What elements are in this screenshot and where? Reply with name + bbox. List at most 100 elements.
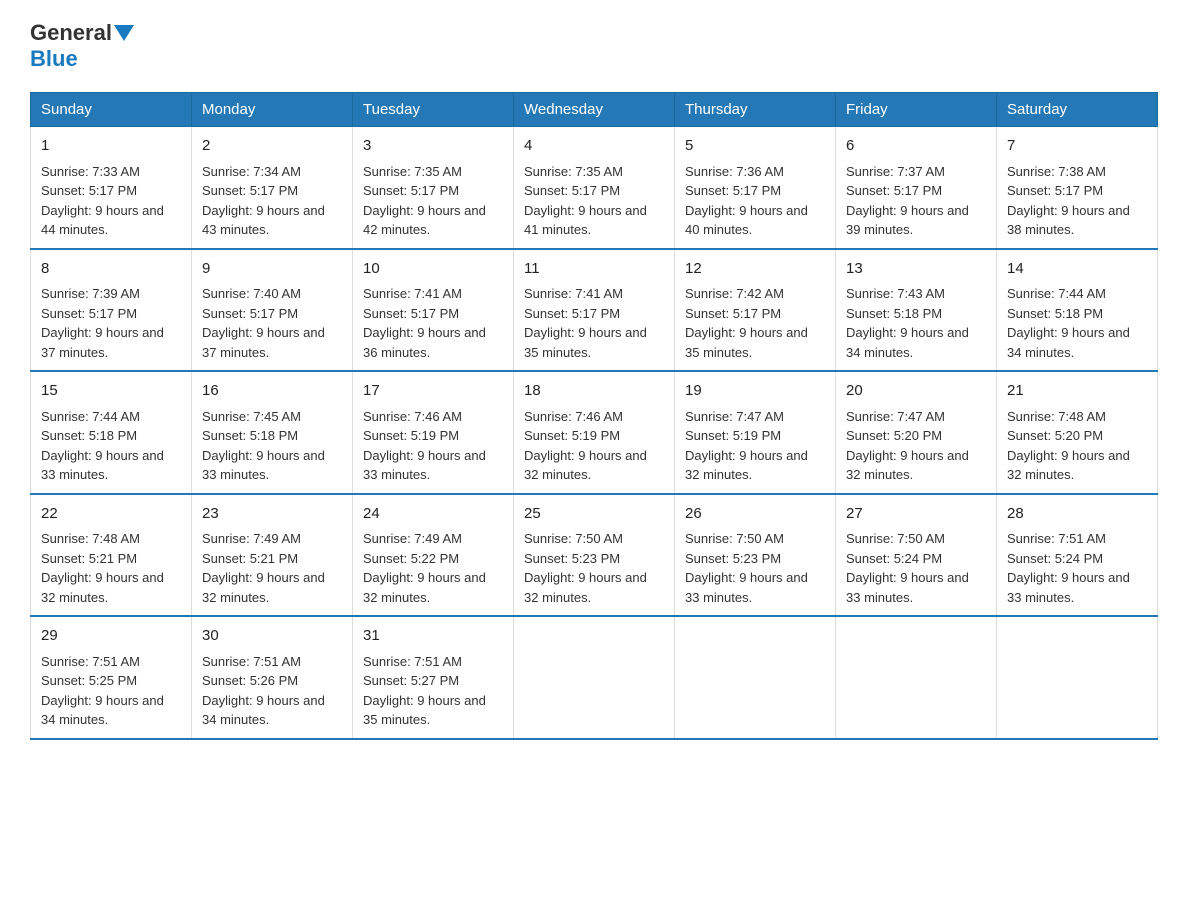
calendar-day-cell: 18 Sunrise: 7:46 AMSunset: 5:19 PMDaylig… [514,371,675,494]
day-number: 1 [41,135,181,158]
day-info: Sunrise: 7:35 AMSunset: 5:17 PMDaylight:… [524,164,647,238]
day-info: Sunrise: 7:47 AMSunset: 5:20 PMDaylight:… [846,409,969,483]
calendar-day-cell: 13 Sunrise: 7:43 AMSunset: 5:18 PMDaylig… [836,249,997,372]
day-info: Sunrise: 7:36 AMSunset: 5:17 PMDaylight:… [685,164,808,238]
day-info: Sunrise: 7:43 AMSunset: 5:18 PMDaylight:… [846,286,969,360]
day-info: Sunrise: 7:41 AMSunset: 5:17 PMDaylight:… [363,286,486,360]
day-info: Sunrise: 7:51 AMSunset: 5:24 PMDaylight:… [1007,531,1130,605]
calendar-day-cell: 20 Sunrise: 7:47 AMSunset: 5:20 PMDaylig… [836,371,997,494]
calendar-day-cell: 6 Sunrise: 7:37 AMSunset: 5:17 PMDayligh… [836,127,997,249]
day-number: 4 [524,135,664,158]
day-number: 26 [685,503,825,526]
day-number: 22 [41,503,181,526]
day-info: Sunrise: 7:42 AMSunset: 5:17 PMDaylight:… [685,286,808,360]
day-info: Sunrise: 7:51 AMSunset: 5:25 PMDaylight:… [41,654,164,728]
day-number: 31 [363,625,503,648]
day-number: 7 [1007,135,1147,158]
calendar-day-cell: 15 Sunrise: 7:44 AMSunset: 5:18 PMDaylig… [31,371,192,494]
day-info: Sunrise: 7:48 AMSunset: 5:21 PMDaylight:… [41,531,164,605]
calendar-header: SundayMondayTuesdayWednesdayThursdayFrid… [31,93,1158,127]
calendar-day-cell: 1 Sunrise: 7:33 AMSunset: 5:17 PMDayligh… [31,127,192,249]
day-number: 16 [202,380,342,403]
calendar-week-row: 8 Sunrise: 7:39 AMSunset: 5:17 PMDayligh… [31,249,1158,372]
day-info: Sunrise: 7:47 AMSunset: 5:19 PMDaylight:… [685,409,808,483]
day-info: Sunrise: 7:51 AMSunset: 5:26 PMDaylight:… [202,654,325,728]
calendar-week-row: 22 Sunrise: 7:48 AMSunset: 5:21 PMDaylig… [31,494,1158,617]
day-info: Sunrise: 7:46 AMSunset: 5:19 PMDaylight:… [363,409,486,483]
calendar-day-cell: 16 Sunrise: 7:45 AMSunset: 5:18 PMDaylig… [192,371,353,494]
calendar-day-cell [997,616,1158,739]
day-number: 3 [363,135,503,158]
calendar-day-cell: 9 Sunrise: 7:40 AMSunset: 5:17 PMDayligh… [192,249,353,372]
calendar-day-cell: 3 Sunrise: 7:35 AMSunset: 5:17 PMDayligh… [353,127,514,249]
calendar-day-cell [675,616,836,739]
calendar-day-cell: 23 Sunrise: 7:49 AMSunset: 5:21 PMDaylig… [192,494,353,617]
day-info: Sunrise: 7:48 AMSunset: 5:20 PMDaylight:… [1007,409,1130,483]
calendar-day-cell: 22 Sunrise: 7:48 AMSunset: 5:21 PMDaylig… [31,494,192,617]
weekday-header-tuesday: Tuesday [353,93,514,127]
calendar-day-cell: 24 Sunrise: 7:49 AMSunset: 5:22 PMDaylig… [353,494,514,617]
day-info: Sunrise: 7:38 AMSunset: 5:17 PMDaylight:… [1007,164,1130,238]
calendar-day-cell: 21 Sunrise: 7:48 AMSunset: 5:20 PMDaylig… [997,371,1158,494]
day-info: Sunrise: 7:41 AMSunset: 5:17 PMDaylight:… [524,286,647,360]
day-info: Sunrise: 7:45 AMSunset: 5:18 PMDaylight:… [202,409,325,483]
day-number: 9 [202,258,342,281]
day-info: Sunrise: 7:44 AMSunset: 5:18 PMDaylight:… [1007,286,1130,360]
calendar-day-cell: 26 Sunrise: 7:50 AMSunset: 5:23 PMDaylig… [675,494,836,617]
day-number: 13 [846,258,986,281]
calendar-day-cell: 12 Sunrise: 7:42 AMSunset: 5:17 PMDaylig… [675,249,836,372]
day-info: Sunrise: 7:46 AMSunset: 5:19 PMDaylight:… [524,409,647,483]
calendar-day-cell: 19 Sunrise: 7:47 AMSunset: 5:19 PMDaylig… [675,371,836,494]
day-info: Sunrise: 7:34 AMSunset: 5:17 PMDaylight:… [202,164,325,238]
weekday-header-thursday: Thursday [675,93,836,127]
calendar-day-cell: 17 Sunrise: 7:46 AMSunset: 5:19 PMDaylig… [353,371,514,494]
calendar-day-cell: 30 Sunrise: 7:51 AMSunset: 5:26 PMDaylig… [192,616,353,739]
day-number: 29 [41,625,181,648]
calendar-day-cell: 31 Sunrise: 7:51 AMSunset: 5:27 PMDaylig… [353,616,514,739]
day-info: Sunrise: 7:39 AMSunset: 5:17 PMDaylight:… [41,286,164,360]
day-info: Sunrise: 7:50 AMSunset: 5:23 PMDaylight:… [524,531,647,605]
calendar-day-cell: 7 Sunrise: 7:38 AMSunset: 5:17 PMDayligh… [997,127,1158,249]
day-number: 27 [846,503,986,526]
calendar-day-cell: 25 Sunrise: 7:50 AMSunset: 5:23 PMDaylig… [514,494,675,617]
day-number: 2 [202,135,342,158]
day-number: 30 [202,625,342,648]
day-info: Sunrise: 7:51 AMSunset: 5:27 PMDaylight:… [363,654,486,728]
calendar-week-row: 1 Sunrise: 7:33 AMSunset: 5:17 PMDayligh… [31,127,1158,249]
day-number: 8 [41,258,181,281]
calendar-day-cell: 2 Sunrise: 7:34 AMSunset: 5:17 PMDayligh… [192,127,353,249]
calendar-week-row: 15 Sunrise: 7:44 AMSunset: 5:18 PMDaylig… [31,371,1158,494]
logo: General Blue [30,20,136,72]
day-number: 10 [363,258,503,281]
calendar-day-cell: 8 Sunrise: 7:39 AMSunset: 5:17 PMDayligh… [31,249,192,372]
calendar-day-cell: 14 Sunrise: 7:44 AMSunset: 5:18 PMDaylig… [997,249,1158,372]
calendar-day-cell: 29 Sunrise: 7:51 AMSunset: 5:25 PMDaylig… [31,616,192,739]
day-info: Sunrise: 7:50 AMSunset: 5:23 PMDaylight:… [685,531,808,605]
day-number: 18 [524,380,664,403]
weekday-header-row: SundayMondayTuesdayWednesdayThursdayFrid… [31,93,1158,127]
day-number: 19 [685,380,825,403]
logo-arrow-icon [114,25,134,41]
logo-general-text: General [30,20,112,46]
day-number: 5 [685,135,825,158]
calendar-day-cell: 5 Sunrise: 7:36 AMSunset: 5:17 PMDayligh… [675,127,836,249]
day-number: 11 [524,258,664,281]
calendar-day-cell: 4 Sunrise: 7:35 AMSunset: 5:17 PMDayligh… [514,127,675,249]
calendar-day-cell [514,616,675,739]
day-number: 23 [202,503,342,526]
day-number: 24 [363,503,503,526]
day-info: Sunrise: 7:33 AMSunset: 5:17 PMDaylight:… [41,164,164,238]
day-number: 17 [363,380,503,403]
weekday-header-saturday: Saturday [997,93,1158,127]
day-number: 12 [685,258,825,281]
day-info: Sunrise: 7:49 AMSunset: 5:21 PMDaylight:… [202,531,325,605]
calendar-day-cell: 11 Sunrise: 7:41 AMSunset: 5:17 PMDaylig… [514,249,675,372]
day-number: 20 [846,380,986,403]
logo-blue-text: Blue [30,46,78,72]
calendar-day-cell: 10 Sunrise: 7:41 AMSunset: 5:17 PMDaylig… [353,249,514,372]
day-info: Sunrise: 7:35 AMSunset: 5:17 PMDaylight:… [363,164,486,238]
day-number: 14 [1007,258,1147,281]
page-header: General Blue [30,20,1158,72]
weekday-header-friday: Friday [836,93,997,127]
calendar-week-row: 29 Sunrise: 7:51 AMSunset: 5:25 PMDaylig… [31,616,1158,739]
